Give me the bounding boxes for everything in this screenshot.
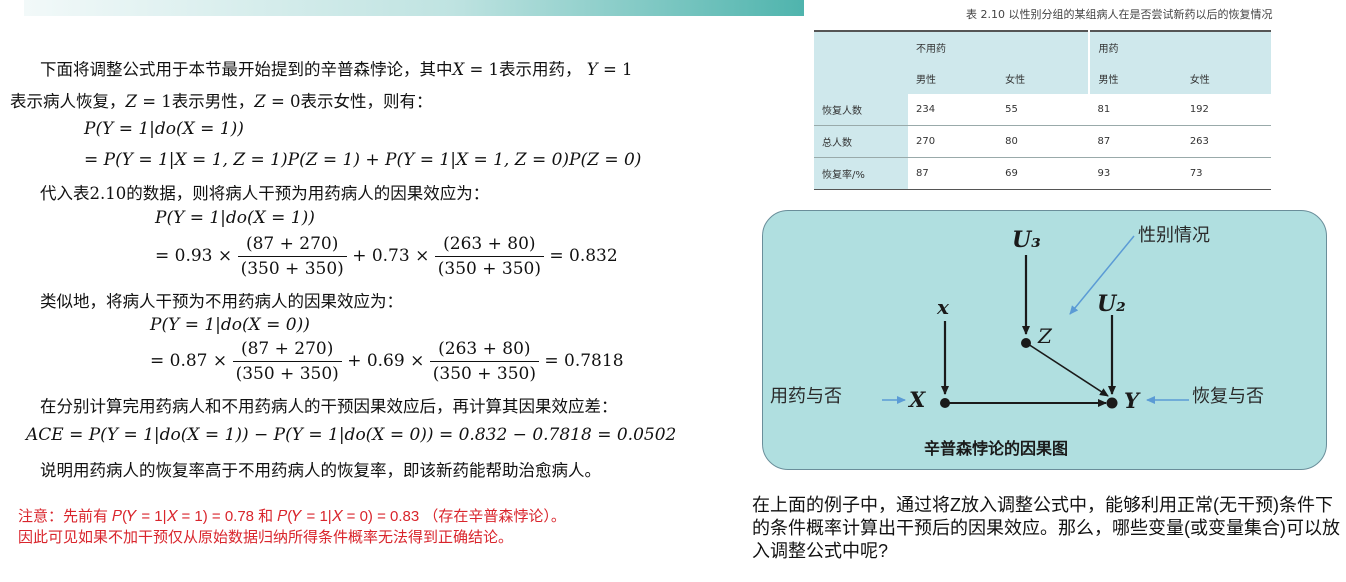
- intro-line-1: 下面将调整公式用于本节最开始提到的辛普森悖论，其中𝑋 = 1表示用药， 𝑌 = …: [40, 60, 633, 79]
- eq2-f1-numerator: (87 + 270): [237, 232, 347, 257]
- node-x-dot: [940, 398, 950, 408]
- table-row-label: 恢复人数: [814, 94, 908, 126]
- eq3-mid: + 0.69 ×: [347, 351, 425, 371]
- equation-3-lhs: 𝑃(𝑌 = 1|𝑑𝑜(𝑋 = 0)): [150, 315, 310, 335]
- recovery-table: 不用药 用药 男性 女性 男性 女性 恢复人数 234 55 81 192 总人…: [814, 30, 1271, 190]
- eq2-fraction-2: (263 + 80) (350 + 350): [434, 232, 544, 281]
- eq3-f1-denominator: (350 + 350): [235, 364, 339, 384]
- equation-2-lhs: 𝑃(𝑌 = 1|𝑑𝑜(𝑋 = 1)): [155, 208, 315, 228]
- eq2-f1-denominator: (350 + 350): [240, 259, 344, 279]
- eq3-fraction-1: (87 + 270) (350 + 350): [232, 337, 342, 386]
- node-x-label: X: [907, 387, 926, 412]
- node-z-dot: [1021, 338, 1031, 348]
- table-cell: 81: [1089, 94, 1182, 126]
- table-group-header-row: 不用药 用药: [814, 30, 1271, 94]
- table-group-header: 用药: [1089, 30, 1271, 63]
- node-y-label: Y: [1124, 388, 1141, 413]
- table-cell: 80: [997, 125, 1090, 158]
- intro-line-2: 表示病人恢复，𝑍 = 1表示男性，𝑍 = 0表示女性，则有：: [10, 92, 433, 111]
- table-cell: 93: [1089, 157, 1182, 190]
- table-caption: 表 2.10 以性别分组的某组病人在是否尝试新药以后的恢复情况: [966, 8, 1273, 21]
- paragraph-difference: 在分别计算完用药病人和不用药病人的干预因果效应后，再计算其因果效应差：: [40, 397, 618, 416]
- equation-2-rhs: = 0.93 × (87 + 270) (350 + 350) + 0.73 × …: [155, 232, 618, 281]
- eq2-fraction-1: (87 + 270) (350 + 350): [237, 232, 347, 281]
- equation-1-lhs: 𝑃(𝑌 = 1|𝑑𝑜(𝑋 = 1)): [84, 119, 244, 139]
- eq2-lead: = 0.93 ×: [155, 246, 233, 266]
- table-subheader: 男性: [908, 63, 998, 94]
- table-cell: 69: [997, 157, 1090, 190]
- note-line-1: 注意：先前有 𝑃(𝑌 = 1|𝑋 = 1) = 0.78 和 𝑃(𝑌 = 1|𝑋…: [18, 508, 566, 525]
- table-cell: 192: [1181, 94, 1271, 126]
- paragraph-similar: 类似地，将病人干预为不用药病人的因果效应为：: [40, 292, 403, 311]
- table-cell: 87: [1089, 125, 1182, 158]
- node-u3-label: U₃: [1012, 227, 1041, 253]
- causal-diagram: U₃ U₂ x Z X Y 性别情况 用药与否 恢复与否 辛普森悖论的因果图: [770, 225, 1264, 458]
- table-corner-cell: [814, 30, 908, 94]
- eq2-result: = 0.832: [549, 246, 618, 266]
- table-cell: 234: [908, 94, 998, 126]
- equation-1-rhs: = 𝑃(𝑌 = 1|𝑋 = 1, 𝑍 = 1)𝑃(𝑍 = 1) + 𝑃(𝑌 = …: [84, 150, 642, 170]
- table-group-header: 不用药: [908, 30, 1091, 63]
- eq3-fraction-2: (263 + 80) (350 + 350): [429, 337, 539, 386]
- table-cell: 270: [908, 125, 998, 158]
- bottom-question: 在上面的例子中，通过将Z放入调整公式中，能够利用正常(无干预)条件下的条件概率计…: [752, 495, 1340, 561]
- annotation-drug: 用药与否: [770, 386, 842, 406]
- table-subheader: 男性: [1089, 63, 1182, 94]
- edge-z-y: [1027, 343, 1109, 397]
- equation-3-rhs: = 0.87 × (87 + 270) (350 + 350) + 0.69 × …: [150, 337, 624, 386]
- eq3-lead: = 0.87 ×: [150, 351, 228, 371]
- eq3-f1-numerator: (87 + 270): [232, 337, 342, 362]
- annotation-recovery: 恢复与否: [1192, 386, 1264, 406]
- table-row: 恢复率/% 87 69 93 73: [814, 157, 1271, 190]
- table-row: 总人数 270 80 87 263: [814, 125, 1271, 158]
- table-row: 恢复人数 234 55 81 192: [814, 94, 1271, 126]
- table-row-label: 总人数: [814, 125, 908, 158]
- node-u2-label: U₂: [1097, 291, 1126, 317]
- note-line-2: 因此可见如果不加干预仅从原始数据归纳所得条件概率无法得到正确结论。: [18, 529, 514, 546]
- table-cell: 73: [1181, 157, 1271, 190]
- node-xsmall-label: x: [936, 295, 950, 319]
- table-subheader: 女性: [1181, 63, 1271, 94]
- header-gradient-bar: [24, 0, 804, 16]
- annotation-gender: 性别情况: [1138, 225, 1210, 245]
- paragraph-conclusion: 说明用药病人的恢复率高于不用药病人的恢复率，即该新药能帮助治愈病人。: [40, 461, 601, 480]
- eq2-mid: + 0.73 ×: [352, 246, 430, 266]
- paragraph-substitute: 代入表2.10的数据，则将病人干预为用药病人的因果效应为：: [40, 184, 490, 203]
- diagram-title: 辛普森悖论的因果图: [924, 439, 1068, 458]
- table-cell: 263: [1181, 125, 1271, 158]
- table-row-label: 恢复率/%: [814, 157, 908, 190]
- eq2-f2-numerator: (263 + 80): [434, 232, 544, 257]
- equation-ace: 𝐴𝐶𝐸 = 𝑃(𝑌 = 1|𝑑𝑜(𝑋 = 1)) − 𝑃(𝑌 = 1|𝑑𝑜(𝑋 …: [26, 425, 677, 445]
- eq3-f2-numerator: (263 + 80): [429, 337, 539, 362]
- table-cell: 87: [908, 157, 998, 190]
- eq2-f2-denominator: (350 + 350): [437, 259, 541, 279]
- node-y-dot: [1106, 397, 1118, 409]
- eq3-result: = 0.7818: [544, 351, 624, 371]
- eq3-f2-denominator: (350 + 350): [432, 364, 536, 384]
- table-subheader: 女性: [997, 63, 1091, 94]
- table-cell: 55: [997, 94, 1090, 126]
- node-z-label: Z: [1037, 324, 1053, 348]
